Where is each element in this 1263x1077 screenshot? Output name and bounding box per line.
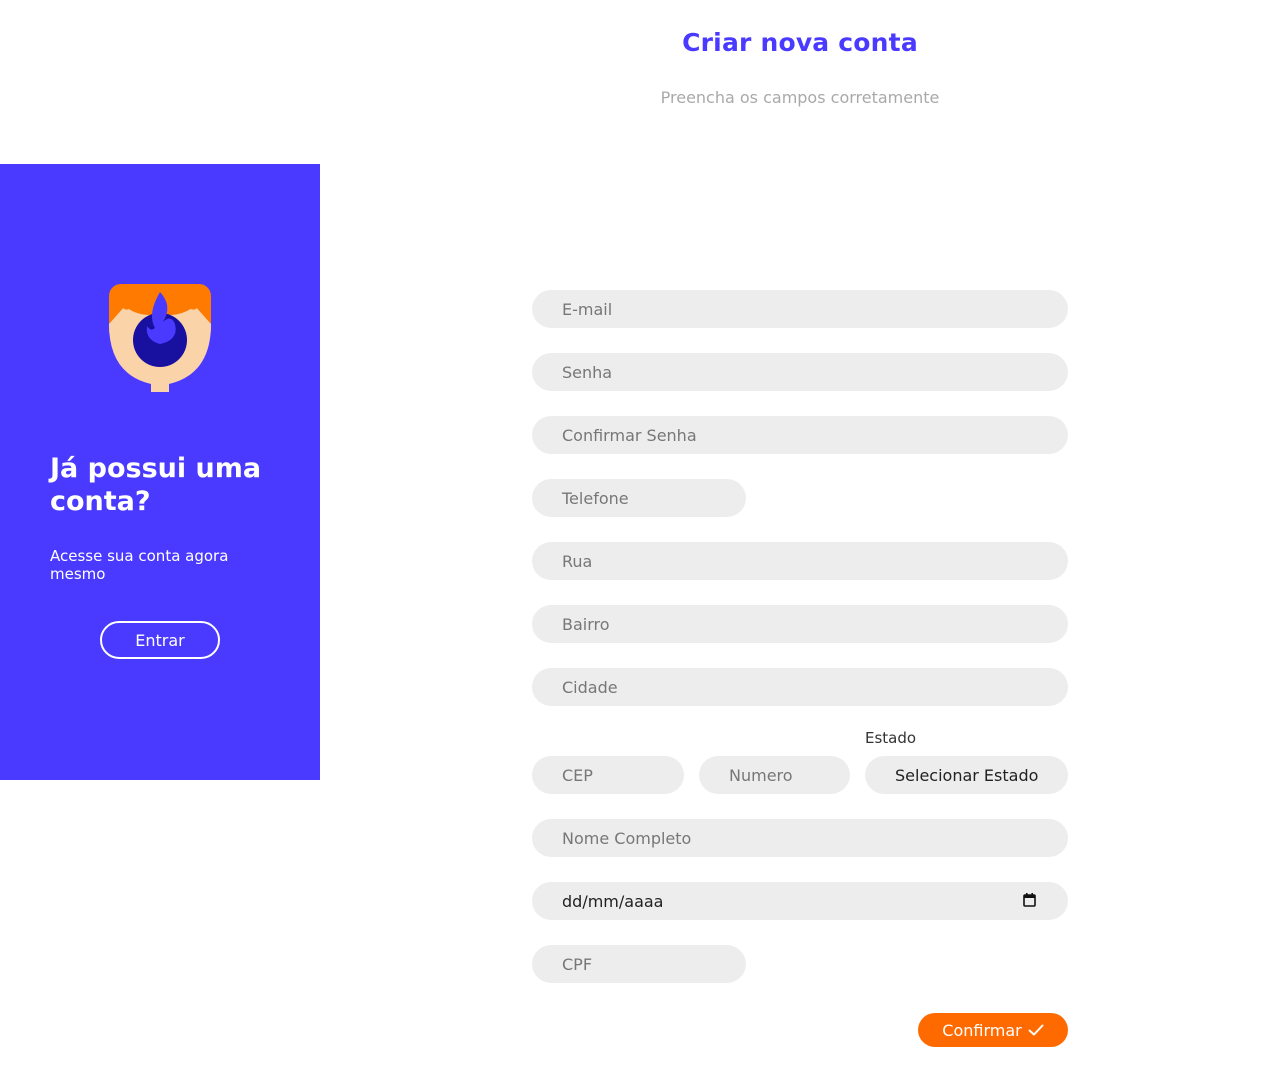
neighborhood-input[interactable]: Bairro	[532, 605, 1068, 643]
flame-shield-icon	[109, 284, 211, 392]
check-icon	[1028, 1024, 1044, 1036]
side-heading: Já possui uma conta?	[50, 453, 262, 517]
page-title: Criar nova conta	[682, 28, 918, 57]
birthdate-value: dd/mm/aaaa	[562, 891, 664, 911]
confirm-label: Confirmar	[942, 1020, 1022, 1040]
street-input[interactable]: Rua	[532, 542, 1068, 580]
side-text: Acesse sua conta agora mesmo	[50, 547, 229, 583]
confirm-button[interactable]: Confirmar	[918, 1013, 1068, 1047]
state-select[interactable]: Selecionar Estado	[865, 756, 1068, 794]
phone-input[interactable]: Telefone	[532, 479, 746, 517]
number-input[interactable]: Numero	[699, 756, 850, 794]
birthdate-input[interactable]: dd/mm/aaaa	[532, 882, 1068, 920]
page-subtitle: Preencha os campos corretamente	[660, 88, 940, 107]
confirm-password-input[interactable]: Confirmar Senha	[532, 416, 1068, 454]
login-prompt-panel: Já possui uma conta? Acesse sua conta ag…	[0, 164, 320, 780]
cep-input[interactable]: CEP	[532, 756, 684, 794]
state-label: Estado	[865, 729, 917, 747]
password-input[interactable]: Senha	[532, 353, 1068, 391]
calendar-icon[interactable]	[1023, 893, 1036, 907]
city-input[interactable]: Cidade	[532, 668, 1068, 706]
cpf-input[interactable]: CPF	[532, 945, 746, 983]
email-input[interactable]: E-mail	[532, 290, 1068, 328]
full-name-input[interactable]: Nome Completo	[532, 819, 1068, 857]
enter-button[interactable]: Entrar	[100, 621, 220, 659]
